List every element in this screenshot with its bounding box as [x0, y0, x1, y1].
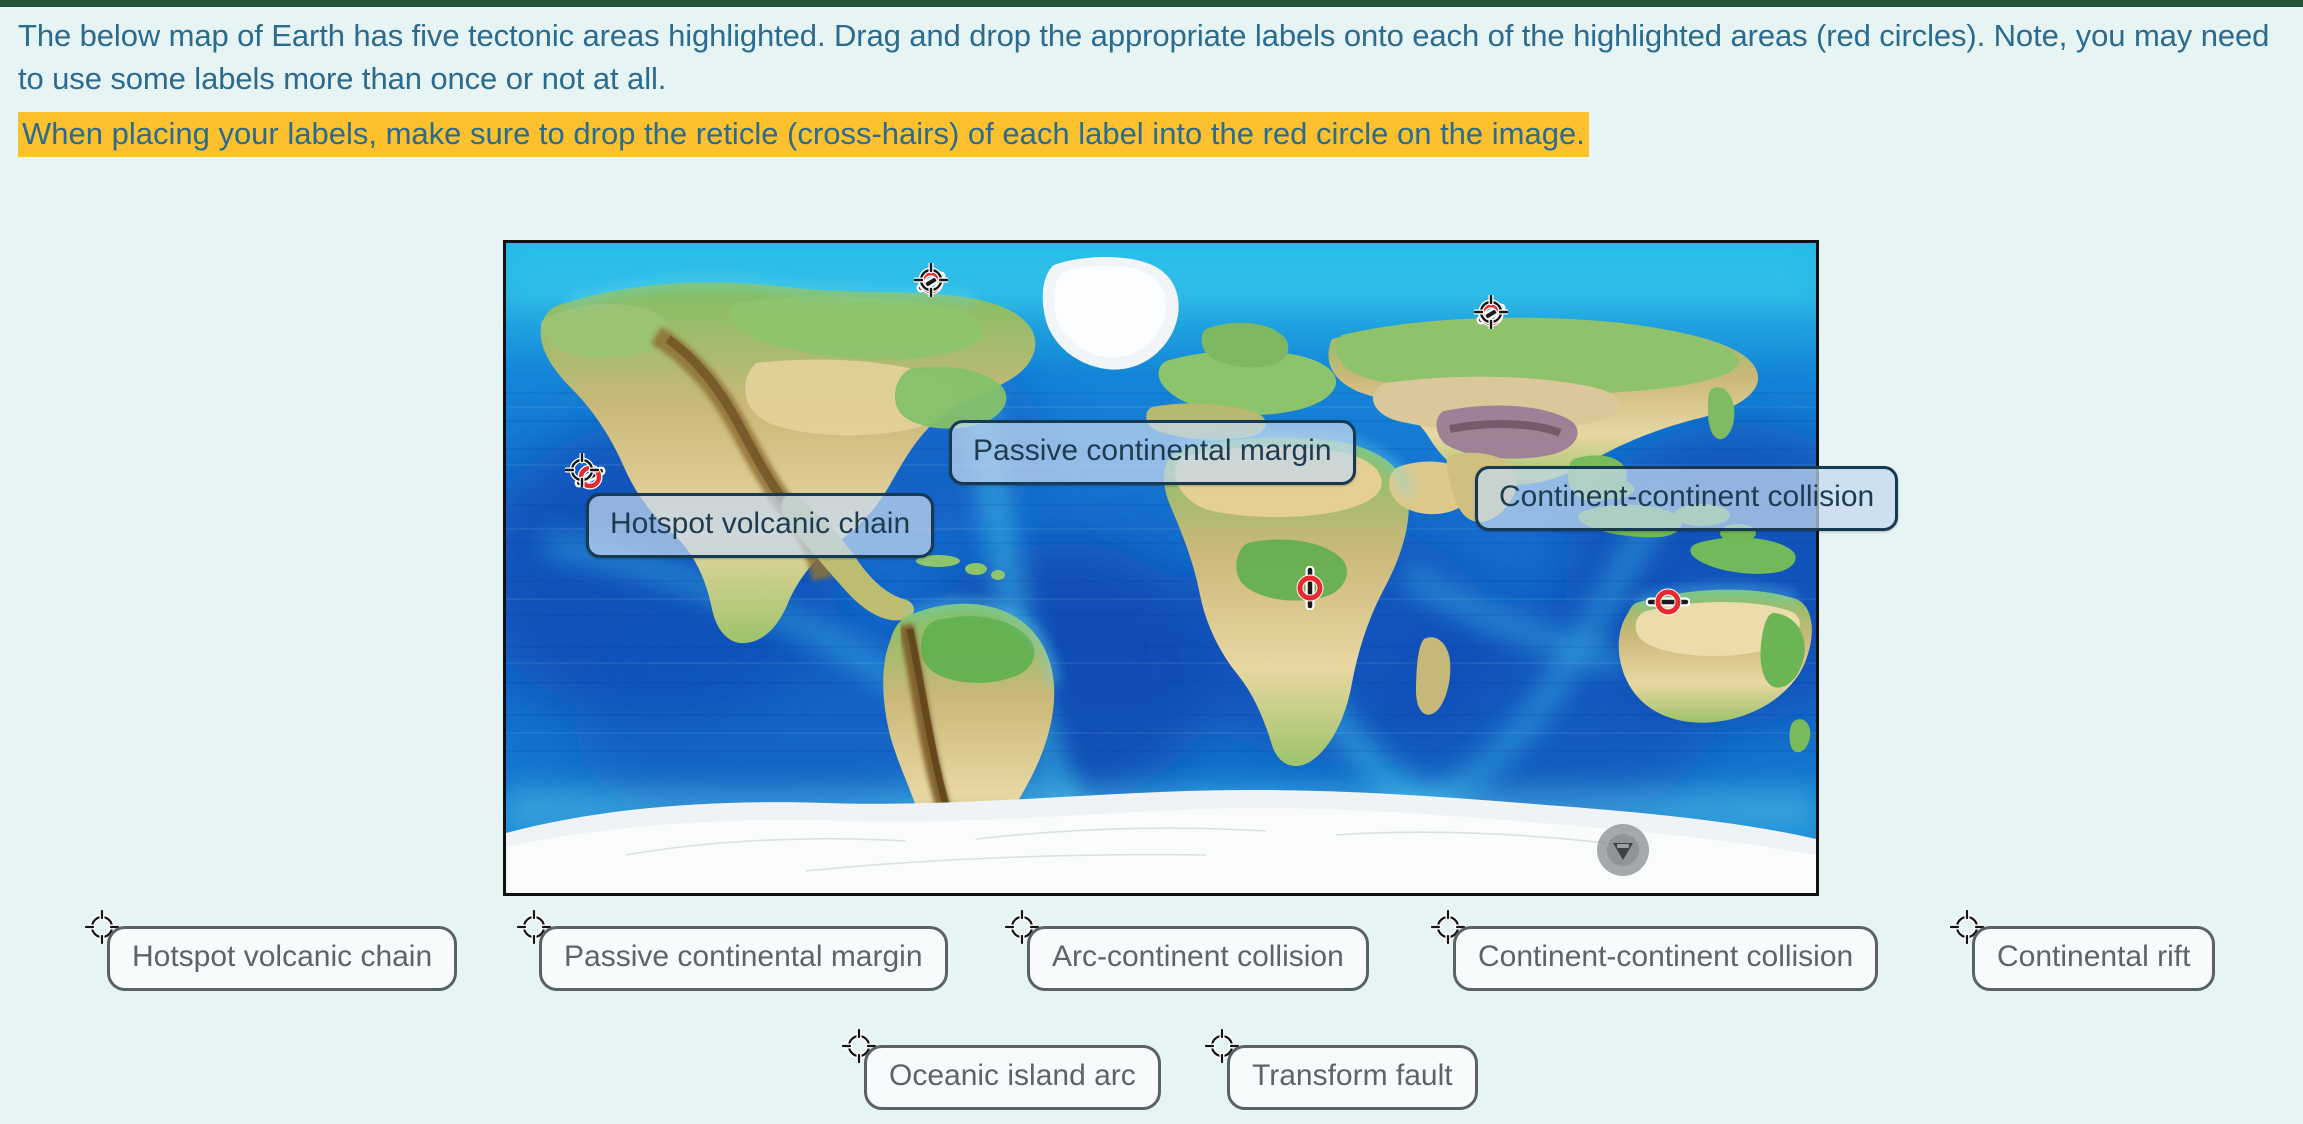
placed-label-passive-continental-margin[interactable]: Passive continental margin: [949, 420, 1356, 485]
label-bank-label-text[interactable]: Arc-continent collision: [1027, 926, 1369, 991]
world-map-image[interactable]: [503, 240, 1819, 896]
instructions-block: The below map of Earth has five tectonic…: [18, 14, 2288, 157]
label-bank-label-text[interactable]: Hotspot volcanic chain: [107, 926, 458, 991]
placed-label-continent-continent-collision[interactable]: Continent-continent collision: [1475, 466, 1899, 531]
instructions-paragraph: The below map of Earth has five tectonic…: [18, 18, 2278, 96]
label-bank-label-text[interactable]: Continent-continent collision: [1453, 926, 1879, 991]
label-bank-label-text[interactable]: Passive continental margin: [539, 926, 948, 991]
label-bank-label-text[interactable]: Oceanic island arc: [864, 1045, 1161, 1110]
label-bank-label-text[interactable]: Continental rift: [1972, 926, 2216, 991]
label-bank-label-text[interactable]: Transform fault: [1227, 1045, 1478, 1110]
placed-label-hotspot-volcanic-chain[interactable]: Hotspot volcanic chain: [586, 493, 935, 558]
instructions-highlighted-note: When placing your labels, make sure to d…: [18, 112, 1589, 157]
top-accent-bar: [0, 0, 2303, 7]
